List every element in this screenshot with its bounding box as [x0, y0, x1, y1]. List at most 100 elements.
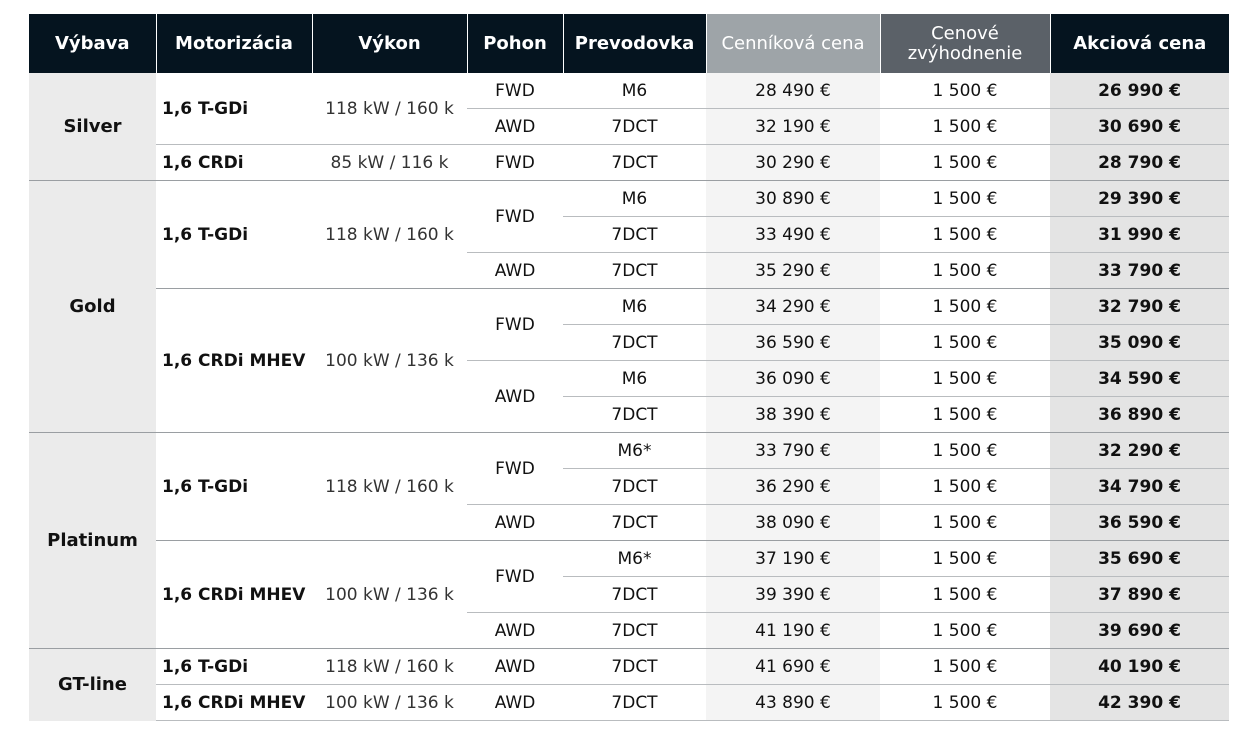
table-row: 1,6 CRDi 85 kW / 116 k FWD 7DCT 30 290 €… [29, 144, 1229, 181]
list-price-cell: 34 290 € [706, 288, 880, 325]
gearbox-cell: 7DCT [563, 108, 706, 145]
list-price-cell: 36 590 € [706, 324, 880, 361]
discount-cell: 1 500 € [932, 80, 998, 101]
header-discount: Cenové zvýhodnenie [879, 14, 1050, 73]
promo-price-cell: 34 590 € [1050, 360, 1229, 397]
list-price-cell: 39 390 € [706, 576, 880, 613]
drive-cell: AWD [467, 108, 563, 145]
promo-price-cell: 36 590 € [1050, 504, 1229, 541]
promo-price-cell: 42 390 € [1050, 684, 1229, 721]
power-cell: 100 kW / 136 k [312, 684, 467, 721]
discount-cell: 1 500 € [880, 648, 1050, 685]
power-cell: 118 kW / 160 k [312, 180, 467, 289]
engine-cell: 1,6 T-GDi [162, 98, 249, 119]
gearbox-cell: 7DCT [563, 396, 706, 433]
promo-price-cell: 36 890 € [1050, 396, 1229, 433]
discount-cell: 1 500 € [880, 288, 1050, 325]
promo-price-cell: 32 290 € [1050, 432, 1229, 469]
discount-cell: 1 500 € [880, 612, 1050, 649]
list-price-cell: 36 290 € [706, 468, 880, 505]
discount-cell: 1 500 € [880, 504, 1050, 541]
gearbox-cell: M6 [563, 180, 706, 217]
drive-cell: FWD [467, 288, 563, 361]
drive-cell: FWD [495, 80, 535, 101]
gearbox-cell: 7DCT [563, 612, 706, 649]
drive-cell: AWD [467, 648, 563, 685]
table-row: 1,6 CRDi MHEV 100 kW / 136 k FWD M6 34 2… [29, 288, 1229, 433]
discount-cell: 1 500 € [880, 396, 1050, 433]
table-row: GT-line 1,6 T-GDi 118 kW / 160 k AWD 7DC… [29, 648, 1229, 721]
list-price-cell: 28 490 € [706, 73, 880, 109]
list-price-cell: 30 290 € [706, 144, 880, 181]
power-cell: 100 kW / 136 k [312, 288, 467, 433]
list-price-cell: 43 890 € [706, 684, 880, 721]
power-cell: 100 kW / 136 k [312, 540, 467, 649]
gearbox-cell: 7DCT [563, 648, 706, 685]
price-table: Výbava Motorizácia Výkon Pohon Prevodovk… [29, 14, 1229, 721]
engine-cell: 1,6 CRDi MHEV [156, 684, 312, 721]
gearbox-cell: 7DCT [563, 576, 706, 613]
gearbox-cell: 7DCT [563, 144, 706, 181]
list-price-cell: 33 790 € [706, 432, 880, 469]
gearbox-cell: 7DCT [563, 216, 706, 253]
discount-cell: 1 500 € [880, 108, 1050, 145]
list-price-cell: 30 890 € [706, 180, 880, 217]
promo-price-cell: 30 690 € [1050, 108, 1229, 145]
promo-price-cell: 35 090 € [1050, 324, 1229, 361]
gearbox-cell: 7DCT [563, 504, 706, 541]
promo-price-cell: 26 990 € [1050, 73, 1229, 109]
list-price-cell: 35 290 € [706, 252, 880, 289]
engine-cell: 1,6 T-GDi [156, 432, 312, 541]
power-cell: 85 kW / 116 k [312, 144, 467, 181]
drive-cell: FWD [467, 180, 563, 253]
power-cell: 118 kW / 160 k [325, 98, 454, 119]
gearbox-cell: M6 [621, 80, 648, 101]
trim-cell: Gold [29, 180, 156, 433]
promo-price-cell: 34 790 € [1050, 468, 1229, 505]
promo-price-cell: 33 790 € [1050, 252, 1229, 289]
discount-cell: 1 500 € [880, 684, 1050, 721]
drive-cell: FWD [467, 432, 563, 505]
power-cell: 118 kW / 160 k [312, 432, 467, 541]
header-engine: Motorizácia [155, 14, 312, 73]
gearbox-cell: M6 [563, 288, 706, 325]
engine-cell: 1,6 CRDi [156, 144, 312, 181]
engine-cell: 1,6 CRDi MHEV [156, 540, 312, 649]
list-price-cell: 36 090 € [706, 360, 880, 397]
table-row: Platinum 1,6 T-GDi 118 kW / 160 k FWD M6… [29, 432, 1229, 649]
power-cell: 118 kW / 160 k [312, 648, 467, 685]
drive-cell: FWD [467, 540, 563, 613]
promo-price-cell: 32 790 € [1050, 288, 1229, 325]
header-gearbox: Prevodovka [562, 14, 706, 73]
header-row: Výbava Motorizácia Výkon Pohon Prevodovk… [29, 14, 1229, 73]
gearbox-cell: 7DCT [563, 468, 706, 505]
engine-cell: 1,6 T-GDi [156, 180, 312, 289]
discount-cell: 1 500 € [880, 360, 1050, 397]
gearbox-cell: 7DCT [563, 684, 706, 721]
drive-cell: AWD [467, 504, 563, 541]
list-price-cell: 37 190 € [706, 540, 880, 577]
list-price-cell: 32 190 € [706, 108, 880, 145]
promo-price-cell: 40 190 € [1050, 648, 1229, 685]
header-promo-price: Akciová cena [1049, 14, 1229, 73]
gearbox-cell: 7DCT [563, 324, 706, 361]
discount-cell: 1 500 € [880, 576, 1050, 613]
drive-cell: AWD [467, 360, 563, 433]
list-price-cell: 38 390 € [706, 396, 880, 433]
drive-cell: AWD [467, 612, 563, 649]
header-power: Výkon [311, 14, 467, 73]
table-row: Gold 1,6 T-GDi 118 kW / 160 k FWD M6 30 … [29, 180, 1229, 433]
discount-cell: 1 500 € [880, 324, 1050, 361]
header-trim: Výbava [29, 14, 156, 73]
list-price-cell: 41 690 € [706, 648, 880, 685]
gearbox-cell: M6 [563, 360, 706, 397]
discount-cell: 1 500 € [880, 540, 1050, 577]
table-row: 1,6 CRDi MHEV 100 kW / 136 k FWD M6* 37 … [29, 540, 1229, 649]
discount-cell: 1 500 € [880, 432, 1050, 469]
header-drive: Pohon [466, 14, 563, 73]
header-list-price: Cenníková cena [705, 14, 880, 73]
promo-price-cell: 37 890 € [1050, 576, 1229, 613]
promo-price-cell: 39 690 € [1050, 612, 1229, 649]
promo-price-cell: 31 990 € [1050, 216, 1229, 253]
list-price-cell: 38 090 € [706, 504, 880, 541]
